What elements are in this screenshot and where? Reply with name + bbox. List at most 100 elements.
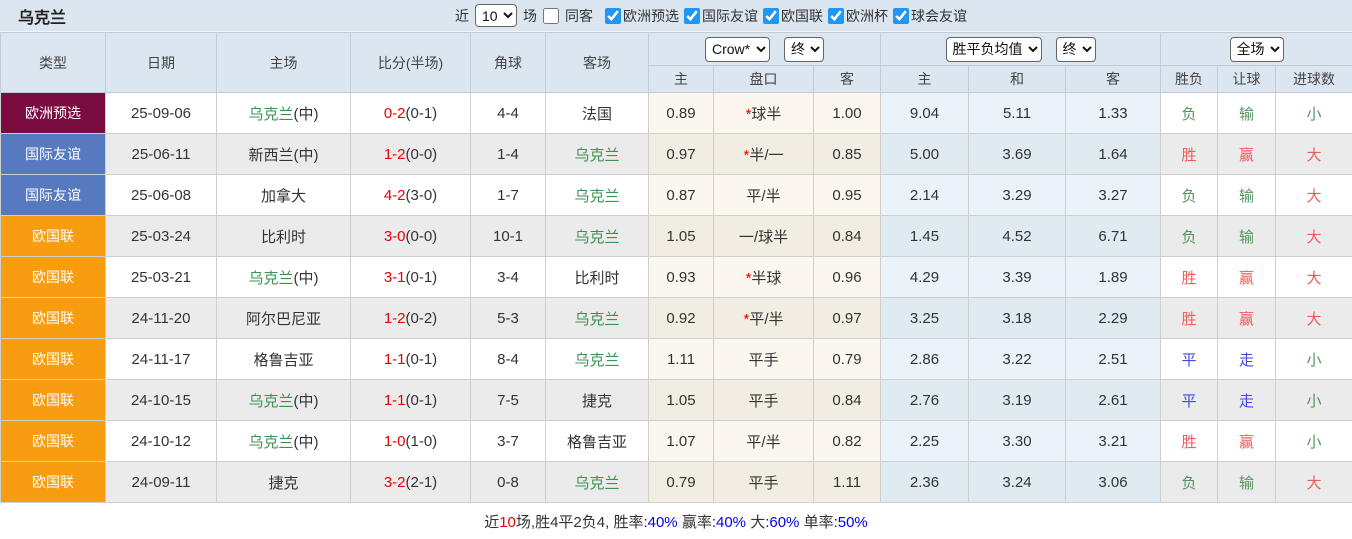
league-filter-checkbox[interactable] <box>893 8 909 24</box>
avg-away-cell: 1.33 <box>1066 93 1161 134</box>
same-venue-label: 同客 <box>565 6 593 26</box>
avg-home-cell: 1.45 <box>881 216 969 257</box>
league-filter-label: 欧洲预选 <box>623 6 679 26</box>
same-venue-checkbox[interactable] <box>543 8 559 24</box>
col-odds-away: 客 <box>814 66 881 93</box>
home-team-cell: 乌克兰(中) <box>217 257 351 298</box>
handicap-home-odds-cell: 0.97 <box>649 134 714 175</box>
corners-cell: 8-4 <box>471 339 546 380</box>
summary-part: 大 <box>746 514 765 531</box>
home-team-cell: 新西兰(中) <box>217 134 351 175</box>
bookmaker-stage-select[interactable]: 终 <box>784 37 824 62</box>
match-row: 国际友谊25-06-11新西兰(中)1-2(0-0)1-4乌克兰0.97*半/一… <box>1 134 1352 175</box>
avg-home-cell: 5.00 <box>881 134 969 175</box>
handicap-away-odds-cell: 0.84 <box>814 380 881 421</box>
avg-stage-select[interactable]: 终 <box>1056 37 1096 62</box>
summary-part: :40% <box>643 514 677 531</box>
matches-label: 场 <box>523 6 537 26</box>
avg-draw-cell: 4.52 <box>969 216 1066 257</box>
col-avg-home: 主 <box>881 66 969 93</box>
avg-away-cell: 1.89 <box>1066 257 1161 298</box>
recent-count-select[interactable]: 10 <box>475 4 517 27</box>
result-cell: 平 <box>1161 380 1218 421</box>
match-type-cell: 国际友谊 <box>1 134 106 175</box>
handicap-result-cell: 赢 <box>1218 421 1276 462</box>
col-corners: 角球 <box>471 33 546 93</box>
col-home: 主场 <box>217 33 351 93</box>
avg-select[interactable]: 胜平负均值 <box>946 37 1042 62</box>
match-row: 欧国联24-10-15乌克兰(中)1-1(0-1)7-5捷克1.05平手0.84… <box>1 380 1352 421</box>
handicap-home-odds-cell: 1.07 <box>649 421 714 462</box>
summary-part: 10 <box>499 514 516 531</box>
away-team-cell: 比利时 <box>546 257 649 298</box>
score-cell: 3-1(0-1) <box>351 257 471 298</box>
match-type-cell: 欧国联 <box>1 298 106 339</box>
league-filter-label: 欧洲杯 <box>846 6 888 26</box>
score-cell: 3-2(2-1) <box>351 462 471 503</box>
avg-home-cell: 9.04 <box>881 93 969 134</box>
bookmaker-group-header: Crow* 终 <box>649 33 881 66</box>
away-team-cell: 捷克 <box>546 380 649 421</box>
corners-cell: 7-5 <box>471 380 546 421</box>
league-filter-checkbox[interactable] <box>763 8 779 24</box>
home-team-cell: 乌克兰(中) <box>217 93 351 134</box>
goals-result-cell: 大 <box>1276 298 1352 339</box>
summary-part: 单率 <box>799 514 833 531</box>
scope-select[interactable]: 全场 <box>1230 37 1284 62</box>
score-cell: 1-2(0-0) <box>351 134 471 175</box>
result-cell: 胜 <box>1161 421 1218 462</box>
handicap-home-odds-cell: 1.05 <box>649 380 714 421</box>
match-row: 欧国联24-11-17格鲁吉亚1-1(0-1)8-4乌克兰1.11平手0.792… <box>1 339 1352 380</box>
match-row: 欧国联24-10-12乌克兰(中)1-0(1-0)3-7格鲁吉亚1.07平/半0… <box>1 421 1352 462</box>
league-filter-checkbox[interactable] <box>684 8 700 24</box>
avg-home-cell: 4.29 <box>881 257 969 298</box>
col-result: 胜负 <box>1161 66 1218 93</box>
home-team-cell: 格鲁吉亚 <box>217 339 351 380</box>
score-cell: 1-1(0-1) <box>351 380 471 421</box>
match-date-cell: 25-03-21 <box>106 257 217 298</box>
handicap-away-odds-cell: 1.11 <box>814 462 881 503</box>
league-filter: 欧洲杯 <box>826 6 888 26</box>
match-type-cell: 欧国联 <box>1 339 106 380</box>
league-filters: 欧洲预选国际友谊欧国联欧洲杯球会友谊 <box>600 6 967 26</box>
recent-label: 近 <box>455 6 469 26</box>
league-filter-checkbox[interactable] <box>605 8 621 24</box>
summary-part: 胜率 <box>613 514 643 531</box>
away-team-cell: 乌克兰 <box>546 175 649 216</box>
goals-result-cell: 大 <box>1276 257 1352 298</box>
handicap-away-odds-cell: 0.97 <box>814 298 881 339</box>
avg-draw-cell: 3.19 <box>969 380 1066 421</box>
handicap-result-cell: 赢 <box>1218 298 1276 339</box>
avg-draw-cell: 3.22 <box>969 339 1066 380</box>
handicap-result-cell: 走 <box>1218 380 1276 421</box>
match-type-cell: 欧国联 <box>1 216 106 257</box>
home-team-cell: 乌克兰(中) <box>217 380 351 421</box>
handicap-home-odds-cell: 0.87 <box>649 175 714 216</box>
handicap-home-odds-cell: 0.89 <box>649 93 714 134</box>
corners-cell: 3-4 <box>471 257 546 298</box>
filter-controls: 近 10 场 同客 欧洲预选国际友谊欧国联欧洲杯球会友谊 <box>66 4 1352 27</box>
avg-draw-cell: 3.30 <box>969 421 1066 462</box>
bookmaker-select[interactable]: Crow* <box>705 37 770 62</box>
league-filter: 欧洲预选 <box>603 6 679 26</box>
handicap-result-cell: 走 <box>1218 339 1276 380</box>
avg-home-cell: 2.36 <box>881 462 969 503</box>
match-date-cell: 25-03-24 <box>106 216 217 257</box>
avg-away-cell: 3.21 <box>1066 421 1161 462</box>
handicap-result-cell: 输 <box>1218 175 1276 216</box>
league-filter-checkbox[interactable] <box>828 8 844 24</box>
avg-draw-cell: 3.39 <box>969 257 1066 298</box>
avg-home-cell: 2.86 <box>881 339 969 380</box>
handicap-result-cell: 输 <box>1218 93 1276 134</box>
home-team-cell: 比利时 <box>217 216 351 257</box>
goals-result-cell: 大 <box>1276 216 1352 257</box>
avg-away-cell: 6.71 <box>1066 216 1161 257</box>
match-date-cell: 25-06-08 <box>106 175 217 216</box>
handicap-home-odds-cell: 0.93 <box>649 257 714 298</box>
handicap-away-odds-cell: 1.00 <box>814 93 881 134</box>
avg-home-cell: 2.14 <box>881 175 969 216</box>
avg-draw-cell: 3.69 <box>969 134 1066 175</box>
score-cell: 0-2(0-1) <box>351 93 471 134</box>
score-cell: 1-0(1-0) <box>351 421 471 462</box>
handicap-away-odds-cell: 0.85 <box>814 134 881 175</box>
